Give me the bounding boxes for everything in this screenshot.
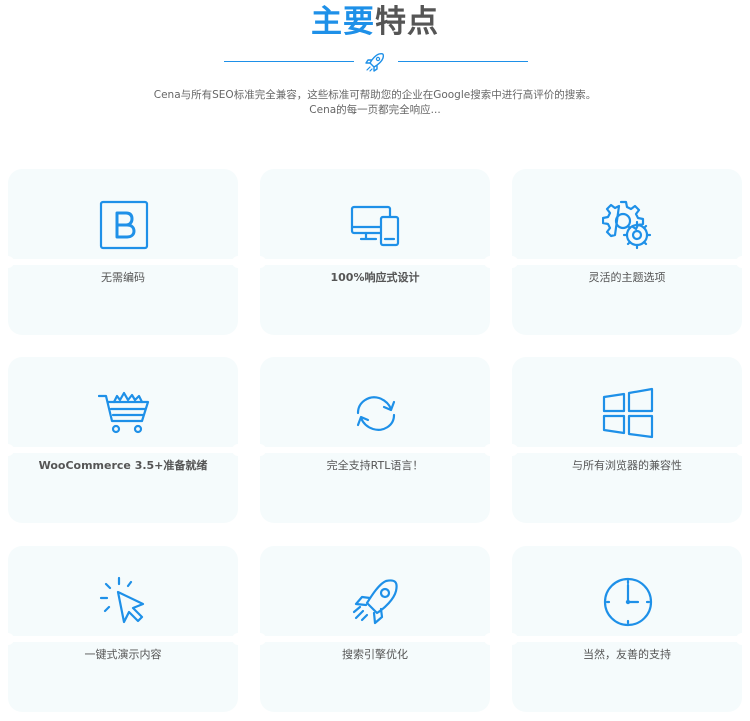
feature-card-support: 当然，友善的支持	[506, 546, 748, 712]
shopping-cart-icon	[98, 391, 150, 434]
bootstrap-icon	[99, 200, 149, 250]
windows-icon	[602, 387, 654, 439]
feature-label: WooCommerce 3.5+准备就绪	[38, 459, 208, 472]
title-divider	[224, 49, 528, 75]
feature-label: 与所有浏览器的兼容性	[572, 459, 682, 472]
feature-label: 100%响应式设计	[330, 271, 420, 284]
title-rest: 特点	[375, 4, 439, 40]
intro-line-1: Cena与所有SEO标准完全兼容，这些标准可帮助您的企业在Google搜索中进行…	[153, 89, 597, 101]
feature-label: 一键式演示内容	[84, 648, 162, 661]
feature-card-responsive: 100%响应式设计	[254, 169, 496, 335]
clock-icon	[603, 577, 653, 627]
divider-line-left	[224, 61, 354, 62]
cursor-click-icon	[99, 576, 145, 624]
feature-card-rtl: 完全支持RTL语言！	[254, 357, 496, 523]
title-highlight: 主要	[311, 4, 375, 40]
feature-label: 完全支持RTL语言！	[326, 459, 424, 472]
feature-label: 当然，友善的支持	[583, 648, 671, 661]
divider-line-right	[398, 61, 528, 62]
sync-arrows-icon	[356, 396, 396, 431]
feature-label: 灵活的主题选项	[588, 271, 666, 284]
feature-card-no-coding: 无需编码	[2, 169, 244, 335]
intro-line-2: Cena的每一页都完全响应...	[309, 104, 441, 116]
section-title: 主要特点	[0, 0, 750, 44]
feature-card-seo: 搜索引擎优化	[254, 546, 496, 712]
feature-card-theme-options: 灵活的主题选项	[506, 169, 748, 335]
responsive-devices-icon	[350, 205, 400, 247]
feature-card-woocommerce: WooCommerce 3.5+准备就绪	[2, 357, 244, 523]
rocket-small-icon	[365, 52, 385, 72]
intro-text: Cena与所有SEO标准完全兼容，这些标准可帮助您的企业在Google搜索中进行…	[80, 88, 670, 118]
gears-icon	[602, 200, 652, 250]
feature-label: 无需编码	[101, 271, 145, 284]
feature-card-demo-content: 一键式演示内容	[2, 546, 244, 712]
feature-label: 搜索引擎优化	[342, 648, 408, 661]
feature-card-browser-compat: 与所有浏览器的兼容性	[506, 357, 748, 523]
rocket-icon	[352, 579, 398, 625]
